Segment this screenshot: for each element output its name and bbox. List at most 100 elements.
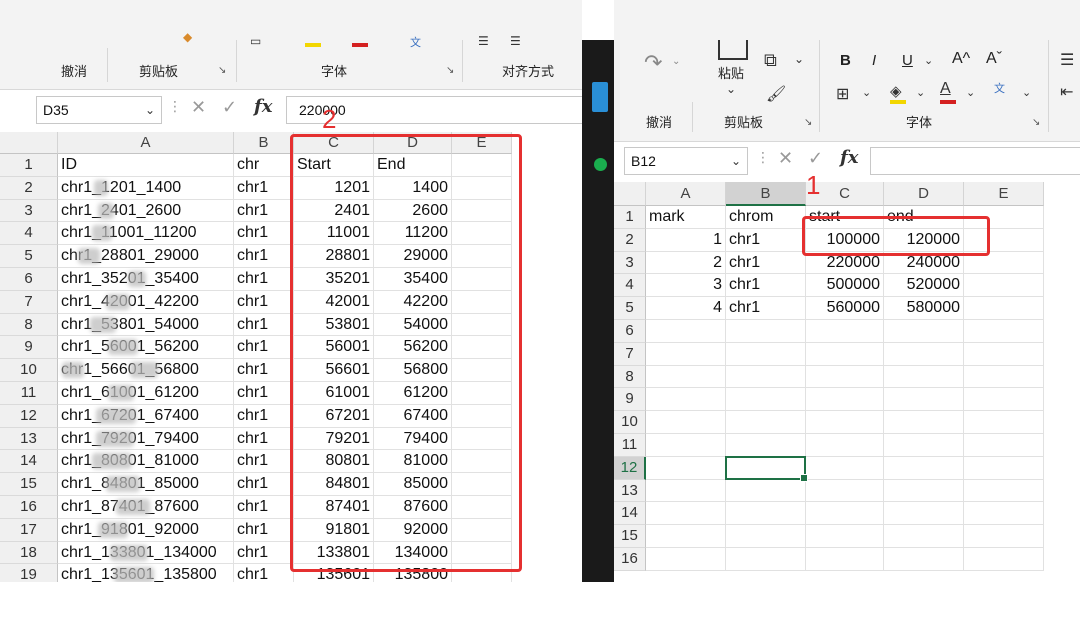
row-header[interactable]: 11 (614, 434, 646, 457)
row-header[interactable]: 6 (0, 268, 58, 291)
row-header[interactable]: 17 (0, 518, 58, 542)
cell[interactable]: 3 (646, 274, 726, 298)
cell[interactable] (884, 320, 964, 343)
cell[interactable] (884, 411, 964, 434)
chevron-down-icon[interactable]: ⌄ (862, 86, 871, 99)
row-header[interactable]: 9 (0, 336, 58, 360)
cell[interactable]: chr1_42001_42200 (58, 290, 234, 314)
cell[interactable] (726, 388, 806, 412)
cell[interactable] (964, 479, 1044, 503)
chevron-down-icon[interactable]: ⌄ (731, 148, 741, 174)
chevron-down-icon[interactable]: ⌄ (672, 56, 680, 67)
cell[interactable] (646, 388, 726, 412)
decrease-font-button[interactable]: Aˇ (986, 50, 1002, 68)
chevron-down-icon[interactable]: ⌄ (916, 86, 925, 99)
enter-icon[interactable]: ✓ (222, 97, 237, 118)
cell[interactable]: chr1 (234, 382, 294, 405)
column-header[interactable]: D (884, 182, 964, 206)
cell[interactable] (964, 297, 1044, 320)
cell[interactable] (646, 525, 726, 548)
cell[interactable] (884, 434, 964, 457)
cell[interactable]: chr1 (234, 199, 294, 223)
cell[interactable] (646, 502, 726, 526)
cell[interactable] (964, 274, 1044, 298)
chevron-down-icon[interactable]: ⌄ (924, 54, 933, 67)
cell[interactable]: chr1_67201_67400 (58, 404, 234, 428)
cell[interactable]: chr1 (234, 290, 294, 314)
cell[interactable] (726, 479, 806, 503)
cell[interactable]: chr1 (234, 245, 294, 268)
cell[interactable]: chr1 (234, 541, 294, 565)
row-header[interactable]: 5 (614, 297, 646, 320)
chevron-down-icon[interactable]: ⌄ (145, 97, 155, 123)
font-launcher-icon[interactable]: ↘ (1032, 117, 1040, 128)
row-header[interactable]: 16 (0, 496, 58, 519)
insert-function-icon[interactable]: fx (254, 96, 272, 117)
cell[interactable]: mark (646, 206, 726, 229)
align-center-icon[interactable]: ☰ (510, 34, 521, 48)
cell[interactable] (964, 525, 1044, 548)
cell[interactable] (646, 548, 726, 571)
clipboard-launcher-icon[interactable]: ↘ (218, 65, 226, 76)
cell[interactable]: 520000 (884, 274, 964, 298)
cell[interactable]: chr1_11001_11200 (58, 222, 234, 246)
cell[interactable]: chr1_35201_35400 (58, 268, 234, 291)
cell[interactable]: chr1_79201_79400 (58, 427, 234, 451)
row-header[interactable]: 7 (0, 290, 58, 314)
cell[interactable]: chr1 (234, 336, 294, 360)
cell[interactable] (884, 525, 964, 548)
highlight-color-icon[interactable] (305, 43, 321, 47)
cell[interactable]: chr1 (234, 518, 294, 542)
cell[interactable] (726, 548, 806, 571)
cell[interactable] (964, 456, 1044, 480)
chevron-down-icon[interactable]: ⌄ (966, 86, 975, 99)
cell[interactable]: chr1_56001_56200 (58, 336, 234, 360)
cell[interactable] (964, 320, 1044, 343)
cell[interactable] (964, 365, 1044, 389)
borders-icon[interactable]: ⊞ (836, 84, 849, 104)
cell[interactable]: chr1 (234, 427, 294, 451)
cell[interactable]: chr1 (234, 268, 294, 291)
cell[interactable]: chr1 (234, 222, 294, 246)
underline-button[interactable]: U (902, 52, 913, 69)
cell[interactable]: chr1_1201_1400 (58, 176, 234, 200)
cell[interactable] (806, 502, 884, 526)
cell[interactable]: chr1 (234, 176, 294, 200)
cell[interactable] (726, 434, 806, 457)
cell[interactable] (884, 388, 964, 412)
column-header[interactable]: B (726, 182, 806, 206)
row-header[interactable]: 8 (614, 365, 646, 389)
row-header[interactable]: 1 (0, 154, 58, 177)
row-header[interactable]: 1 (614, 206, 646, 229)
row-header[interactable]: 3 (614, 251, 646, 275)
paste-dropdown-icon[interactable]: ⌄ (726, 82, 736, 96)
cell[interactable] (726, 502, 806, 526)
row-header[interactable]: 6 (614, 320, 646, 343)
cell[interactable] (884, 342, 964, 366)
row-header[interactable]: 12 (0, 404, 58, 428)
enter-icon[interactable]: ✓ (808, 148, 823, 169)
cell[interactable]: 580000 (884, 297, 964, 320)
cell[interactable]: chr (234, 154, 294, 177)
row-header[interactable]: 18 (0, 541, 58, 565)
cancel-icon[interactable]: ✕ (191, 97, 206, 118)
copy-icon[interactable]: ⧉ (764, 50, 777, 71)
cell[interactable] (806, 388, 884, 412)
row-header[interactable]: 10 (0, 359, 58, 382)
row-header[interactable]: 13 (614, 479, 646, 503)
cell[interactable]: 2 (646, 251, 726, 275)
select-all-corner[interactable] (614, 182, 646, 206)
redo-icon[interactable]: ↷ (644, 50, 662, 76)
row-header[interactable]: 3 (0, 199, 58, 223)
row-header[interactable]: 2 (0, 176, 58, 200)
row-header[interactable]: 15 (614, 525, 646, 548)
column-header[interactable]: E (964, 182, 1044, 206)
row-header[interactable]: 16 (614, 548, 646, 571)
row-header[interactable]: 14 (614, 502, 646, 526)
cell[interactable] (646, 434, 726, 457)
cell[interactable]: chr1 (726, 297, 806, 320)
cell[interactable] (646, 479, 726, 503)
row-header[interactable]: 14 (0, 450, 58, 474)
cell[interactable]: chr1 (234, 313, 294, 337)
cell[interactable]: chr1 (726, 251, 806, 275)
